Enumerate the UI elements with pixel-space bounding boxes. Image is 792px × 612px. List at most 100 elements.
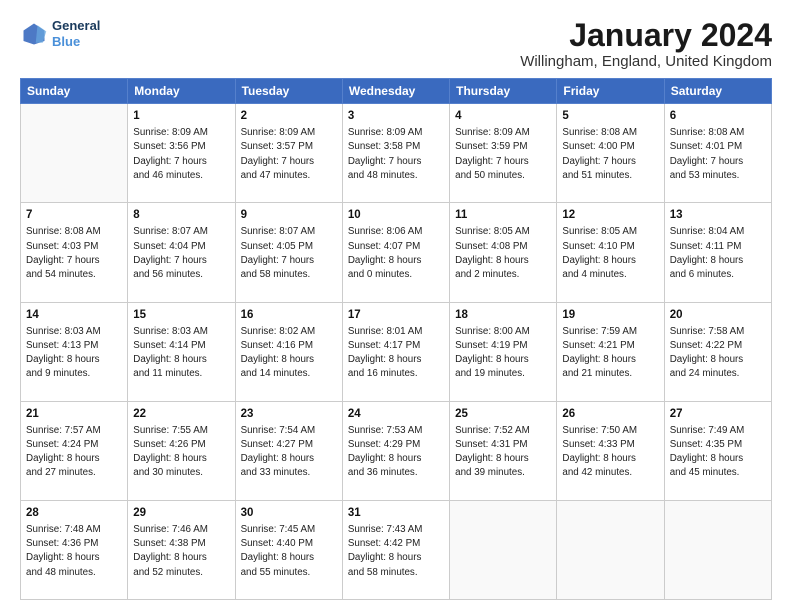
day-number: 7: [26, 207, 122, 223]
day-number: 24: [348, 406, 444, 422]
day-info: Sunrise: 8:04 AM Sunset: 4:11 PM Dayligh…: [670, 225, 766, 282]
day-info: Sunrise: 7:52 AM Sunset: 4:31 PM Dayligh…: [455, 424, 551, 481]
col-header-saturday: Saturday: [664, 79, 771, 104]
day-cell: 17 Sunrise: 8:01 AM Sunset: 4:17 PM Dayli…: [342, 302, 449, 401]
day-info: Sunrise: 7:50 AM Sunset: 4:33 PM Dayligh…: [562, 424, 658, 481]
header: General Blue January 2024 Willingham, En…: [20, 18, 772, 70]
day-cell: 14 Sunrise: 8:03 AM Sunset: 4:13 PM Dayli…: [21, 302, 128, 401]
calendar-body: 1Sunrise: 8:09 AM Sunset: 3:56 PM Daylig…: [21, 104, 772, 600]
col-header-thursday: Thursday: [450, 79, 557, 104]
col-header-tuesday: Tuesday: [235, 79, 342, 104]
day-number: 11: [455, 207, 551, 223]
day-cell: 11 Sunrise: 8:05 AM Sunset: 4:08 PM Dayli…: [450, 203, 557, 302]
day-info: Sunrise: 7:46 AM Sunset: 4:38 PM Dayligh…: [133, 523, 229, 580]
day-info: Sunrise: 8:08 AM Sunset: 4:00 PM Dayligh…: [562, 126, 658, 183]
day-info: Sunrise: 8:08 AM Sunset: 4:01 PM Dayligh…: [670, 126, 766, 183]
day-number: 20: [670, 307, 766, 323]
day-cell: [664, 500, 771, 599]
day-cell: 1Sunrise: 8:09 AM Sunset: 3:56 PM Daylig…: [128, 104, 235, 203]
day-cell: 22 Sunrise: 7:55 AM Sunset: 4:26 PM Dayli…: [128, 401, 235, 500]
day-cell: 15Sunrise: 8:03 AM Sunset: 4:14 PM Dayli…: [128, 302, 235, 401]
day-cell: 16Sunrise: 8:02 AM Sunset: 4:16 PM Dayli…: [235, 302, 342, 401]
day-number: 4: [455, 108, 551, 124]
day-number: 26: [562, 406, 658, 422]
week-row-1: 1Sunrise: 8:09 AM Sunset: 3:56 PM Daylig…: [21, 104, 772, 203]
day-cell: 28 Sunrise: 7:48 AM Sunset: 4:36 PM Dayli…: [21, 500, 128, 599]
day-info: Sunrise: 7:53 AM Sunset: 4:29 PM Dayligh…: [348, 424, 444, 481]
day-number: 22: [133, 406, 229, 422]
week-row-2: 7 Sunrise: 8:08 AM Sunset: 4:03 PM Daylig…: [21, 203, 772, 302]
day-info: Sunrise: 8:06 AM Sunset: 4:07 PM Dayligh…: [348, 225, 444, 282]
day-cell: 10 Sunrise: 8:06 AM Sunset: 4:07 PM Dayli…: [342, 203, 449, 302]
day-number: 31: [348, 505, 444, 521]
day-number: 12: [562, 207, 658, 223]
day-number: 2: [241, 108, 337, 124]
day-info: Sunrise: 8:09 AM Sunset: 3:58 PM Dayligh…: [348, 126, 444, 183]
day-cell: 31Sunrise: 7:43 AM Sunset: 4:42 PM Dayli…: [342, 500, 449, 599]
day-info: Sunrise: 7:45 AM Sunset: 4:40 PM Dayligh…: [241, 523, 337, 580]
logo: General Blue: [20, 18, 100, 49]
location: Willingham, England, United Kingdom: [520, 53, 772, 70]
day-number: 3: [348, 108, 444, 124]
header-row: SundayMondayTuesdayWednesdayThursdayFrid…: [21, 79, 772, 104]
logo-icon: [20, 20, 48, 48]
day-number: 5: [562, 108, 658, 124]
day-cell: 25 Sunrise: 7:52 AM Sunset: 4:31 PM Dayli…: [450, 401, 557, 500]
day-info: Sunrise: 7:58 AM Sunset: 4:22 PM Dayligh…: [670, 325, 766, 382]
day-cell: 21Sunrise: 7:57 AM Sunset: 4:24 PM Dayli…: [21, 401, 128, 500]
day-cell: 9Sunrise: 8:07 AM Sunset: 4:05 PM Daylig…: [235, 203, 342, 302]
day-cell: 29 Sunrise: 7:46 AM Sunset: 4:38 PM Dayli…: [128, 500, 235, 599]
day-number: 18: [455, 307, 551, 323]
day-cell: 12 Sunrise: 8:05 AM Sunset: 4:10 PM Dayli…: [557, 203, 664, 302]
day-number: 25: [455, 406, 551, 422]
day-info: Sunrise: 8:05 AM Sunset: 4:08 PM Dayligh…: [455, 225, 551, 282]
day-info: Sunrise: 7:49 AM Sunset: 4:35 PM Dayligh…: [670, 424, 766, 481]
day-info: Sunrise: 8:09 AM Sunset: 3:57 PM Dayligh…: [241, 126, 337, 183]
day-number: 28: [26, 505, 122, 521]
day-info: Sunrise: 8:03 AM Sunset: 4:13 PM Dayligh…: [26, 325, 122, 382]
page: General Blue January 2024 Willingham, En…: [0, 0, 792, 612]
day-info: Sunrise: 7:48 AM Sunset: 4:36 PM Dayligh…: [26, 523, 122, 580]
week-row-4: 21Sunrise: 7:57 AM Sunset: 4:24 PM Dayli…: [21, 401, 772, 500]
day-info: Sunrise: 8:07 AM Sunset: 4:04 PM Dayligh…: [133, 225, 229, 282]
day-cell: [21, 104, 128, 203]
day-info: Sunrise: 7:55 AM Sunset: 4:26 PM Dayligh…: [133, 424, 229, 481]
day-cell: 24 Sunrise: 7:53 AM Sunset: 4:29 PM Dayli…: [342, 401, 449, 500]
col-header-monday: Monday: [128, 79, 235, 104]
day-number: 10: [348, 207, 444, 223]
col-header-wednesday: Wednesday: [342, 79, 449, 104]
day-number: 1: [133, 108, 229, 124]
day-info: Sunrise: 8:07 AM Sunset: 4:05 PM Dayligh…: [241, 225, 337, 282]
day-info: Sunrise: 7:59 AM Sunset: 4:21 PM Dayligh…: [562, 325, 658, 382]
day-info: Sunrise: 8:08 AM Sunset: 4:03 PM Dayligh…: [26, 225, 122, 282]
day-number: 17: [348, 307, 444, 323]
calendar: SundayMondayTuesdayWednesdayThursdayFrid…: [20, 78, 772, 600]
day-info: Sunrise: 8:01 AM Sunset: 4:17 PM Dayligh…: [348, 325, 444, 382]
day-number: 19: [562, 307, 658, 323]
day-number: 27: [670, 406, 766, 422]
day-cell: 27 Sunrise: 7:49 AM Sunset: 4:35 PM Dayli…: [664, 401, 771, 500]
day-number: 13: [670, 207, 766, 223]
day-number: 15: [133, 307, 229, 323]
day-cell: 18Sunrise: 8:00 AM Sunset: 4:19 PM Dayli…: [450, 302, 557, 401]
day-info: Sunrise: 8:02 AM Sunset: 4:16 PM Dayligh…: [241, 325, 337, 382]
day-number: 14: [26, 307, 122, 323]
day-cell: 30 Sunrise: 7:45 AM Sunset: 4:40 PM Dayli…: [235, 500, 342, 599]
day-cell: 4 Sunrise: 8:09 AM Sunset: 3:59 PM Daylig…: [450, 104, 557, 203]
day-cell: [557, 500, 664, 599]
day-number: 29: [133, 505, 229, 521]
day-number: 30: [241, 505, 337, 521]
day-info: Sunrise: 7:54 AM Sunset: 4:27 PM Dayligh…: [241, 424, 337, 481]
day-number: 6: [670, 108, 766, 124]
day-number: 23: [241, 406, 337, 422]
day-info: Sunrise: 7:57 AM Sunset: 4:24 PM Dayligh…: [26, 424, 122, 481]
day-cell: 26 Sunrise: 7:50 AM Sunset: 4:33 PM Dayli…: [557, 401, 664, 500]
calendar-header: SundayMondayTuesdayWednesdayThursdayFrid…: [21, 79, 772, 104]
week-row-5: 28 Sunrise: 7:48 AM Sunset: 4:36 PM Dayli…: [21, 500, 772, 599]
day-info: Sunrise: 8:05 AM Sunset: 4:10 PM Dayligh…: [562, 225, 658, 282]
col-header-friday: Friday: [557, 79, 664, 104]
col-header-sunday: Sunday: [21, 79, 128, 104]
day-info: Sunrise: 8:09 AM Sunset: 3:59 PM Dayligh…: [455, 126, 551, 183]
day-cell: 6 Sunrise: 8:08 AM Sunset: 4:01 PM Daylig…: [664, 104, 771, 203]
week-row-3: 14 Sunrise: 8:03 AM Sunset: 4:13 PM Dayli…: [21, 302, 772, 401]
